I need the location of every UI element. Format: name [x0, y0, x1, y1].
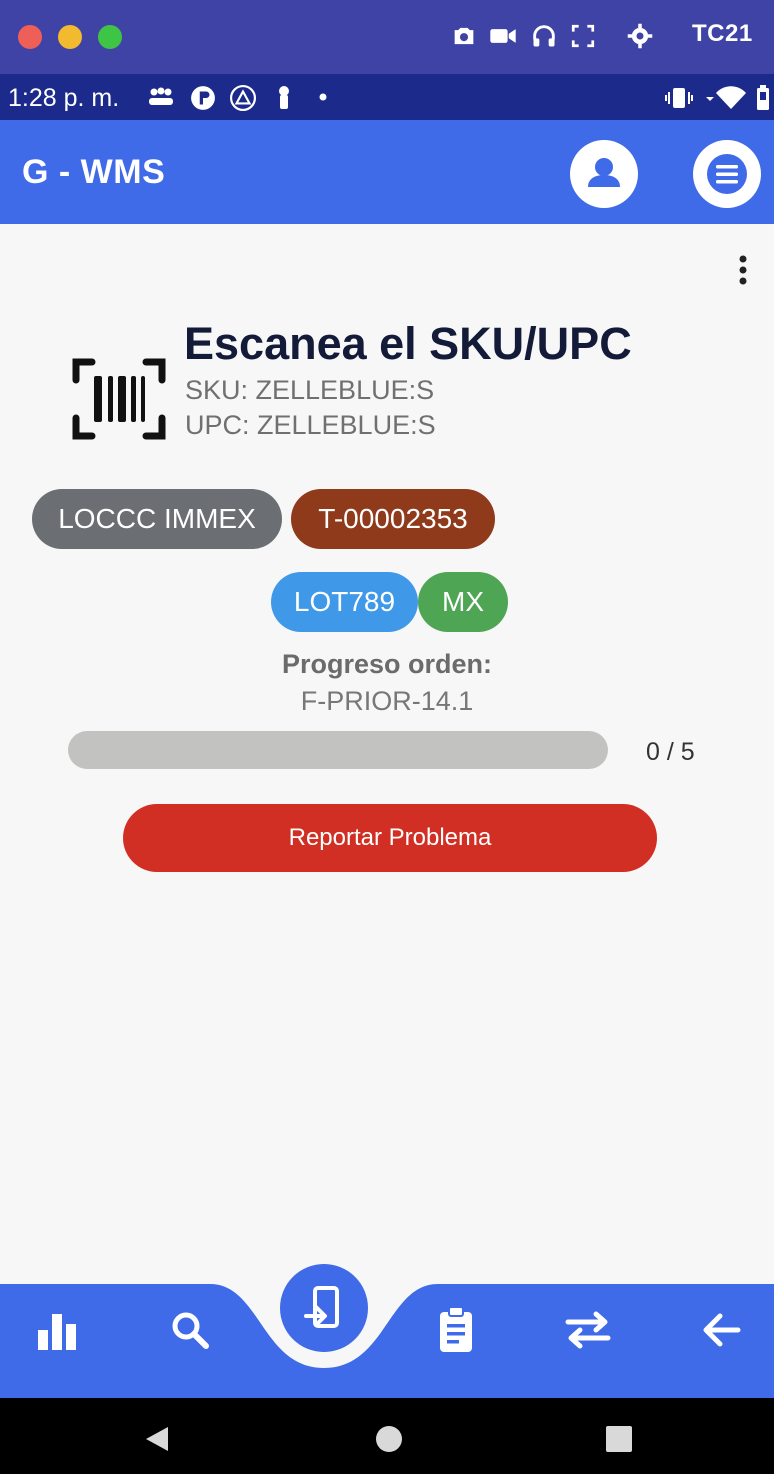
more-options-icon[interactable] — [728, 252, 758, 292]
country-chip: MX — [418, 572, 508, 632]
system-recents-icon[interactable] — [604, 1424, 634, 1454]
lot-chip: LOT789 — [271, 572, 418, 632]
battery-icon — [757, 85, 769, 110]
wifi-icon — [706, 86, 746, 109]
gear-icon[interactable] — [626, 22, 654, 50]
nav-scan-button[interactable] — [280, 1264, 368, 1352]
task-chip: T-00002353 — [291, 489, 495, 549]
scan-title: Escanea el SKU/UPC — [184, 318, 632, 369]
location-chip: LOCCC IMMEX — [32, 489, 282, 549]
emulator-window-bar: TC21 — [0, 0, 774, 74]
scan-to-device-icon — [304, 1286, 339, 1328]
app-status-icon — [191, 86, 215, 110]
progress-bar — [68, 731, 608, 769]
minimize-window-button[interactable] — [58, 25, 82, 49]
nav-search[interactable] — [160, 1300, 220, 1360]
camera-icon[interactable] — [450, 22, 478, 50]
nav-dashboard[interactable] — [28, 1300, 88, 1360]
system-home-icon[interactable] — [374, 1424, 404, 1454]
bottom-nav — [0, 1284, 774, 1398]
progress-order: F-PRIOR-14.1 — [300, 686, 474, 716]
device-name: TC21 — [692, 20, 753, 47]
close-window-button[interactable] — [18, 25, 42, 49]
hamburger-icon — [707, 154, 747, 194]
transfer-icon — [565, 1311, 611, 1349]
video-icon[interactable] — [488, 22, 518, 50]
notification-dot-icon — [319, 93, 327, 101]
nav-tasks[interactable] — [426, 1300, 486, 1360]
barcode-scan-icon — [72, 358, 166, 440]
app-header: G - WMS — [0, 120, 774, 224]
group-icon — [149, 87, 173, 105]
sku-text: SKU: ZELLEBLUE:S — [185, 375, 435, 405]
maximize-window-button[interactable] — [98, 25, 122, 49]
system-nav-bar — [0, 1398, 774, 1474]
search-icon — [172, 1312, 209, 1349]
triangle-status-icon — [230, 85, 256, 111]
progress-label: Progreso orden: — [281, 649, 493, 679]
back-arrow-icon — [703, 1313, 741, 1347]
headphones-icon[interactable] — [530, 22, 558, 50]
keyhole-icon — [279, 86, 289, 109]
vibrate-icon — [665, 88, 693, 108]
app-title: G - WMS — [22, 153, 166, 191]
fullscreen-icon[interactable] — [570, 22, 596, 50]
report-problem-button[interactable]: Reportar Problema — [123, 804, 657, 872]
nav-transfer[interactable] — [558, 1300, 618, 1360]
chart-icon — [38, 1314, 76, 1350]
status-bar: 1:28 p. m. — [0, 74, 774, 120]
nav-back[interactable] — [692, 1300, 752, 1360]
status-time: 1:28 p. m. — [8, 84, 120, 112]
user-icon — [588, 158, 620, 187]
profile-button[interactable] — [570, 140, 638, 208]
progress-count: 0 / 5 — [646, 738, 695, 766]
clipboard-icon — [440, 1306, 472, 1352]
system-back-icon[interactable] — [142, 1424, 172, 1454]
upc-text: UPC: ZELLEBLUE:S — [185, 410, 436, 440]
menu-button[interactable] — [693, 140, 761, 208]
